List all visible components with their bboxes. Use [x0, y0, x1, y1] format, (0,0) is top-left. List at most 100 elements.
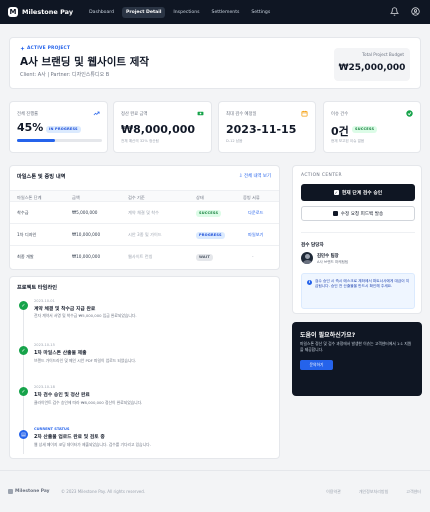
event-date: 2023-10-18	[34, 385, 55, 389]
logo-icon: M	[8, 7, 18, 17]
brand-name[interactable]: Milestone Pay	[22, 8, 73, 16]
col-stage: 마일스톤 단계	[17, 194, 42, 200]
request-revision-button[interactable]: 수정 요청 피드백 발송	[301, 206, 415, 221]
footer-brand-name: Milestone Pay	[15, 489, 50, 494]
divider	[301, 232, 415, 233]
stat-value: 2023-11-15	[226, 123, 297, 136]
event-title: 1차 검수 승인 및 정산 완료	[34, 393, 90, 398]
nav-link-settings[interactable]: Settings	[247, 7, 274, 18]
milestones-card: 마일스톤 및 증빙 내역 ⇩ 전체 내역 보기 마일스톤 단계 금액 검수 기준…	[9, 165, 280, 270]
event-desc: 웹 상세 페이지 코딩 데이터가 제출되었습니다. 검수를 기다리고 있습니다.	[34, 442, 151, 447]
view-file-link[interactable]: 파일보기	[248, 232, 263, 238]
budget-value: ₩25,000,000	[338, 63, 406, 73]
avatar-head	[304, 254, 310, 259]
event-title: 1차 마일스톤 산출물 제출	[34, 351, 87, 356]
nav-links: Dashboard Project Detail Inspections Set…	[85, 6, 274, 18]
view-all-link[interactable]: ⇩ 전체 내역 보기	[239, 173, 271, 179]
project-status-badge: ACTIVE PROJECT	[20, 46, 70, 51]
col-criteria: 검수 기준	[128, 194, 145, 200]
manager-name: 김민수 팀장	[317, 254, 339, 259]
document-icon: ▤	[19, 430, 28, 439]
event-title: 2차 산출물 업로드 완료 및 검토 중	[34, 435, 105, 440]
download-link[interactable]: 다운로드	[248, 210, 263, 216]
check-icon: ✓	[19, 301, 28, 310]
stat-value: 45%	[17, 121, 44, 134]
sparkle-icon	[20, 46, 25, 51]
timeline-title: 프로젝트 타임라인	[17, 285, 57, 291]
footer-link-privacy[interactable]: 개인정보처리방침	[359, 489, 388, 495]
approve-button[interactable]: ✓ 현재 단계 검수 승인	[301, 184, 415, 201]
event-date: 2023-10-01	[34, 299, 55, 303]
footer-link-terms[interactable]: 이용약관	[326, 489, 341, 495]
status-badge: SUCCESS	[352, 126, 378, 133]
col-docs: 증빙 서류	[243, 194, 260, 200]
avatar-body	[302, 260, 312, 264]
stat-sub: 현재 보고된 이슈 없음	[331, 139, 365, 143]
cell-stage: 착수금	[17, 210, 29, 215]
cell-criteria: 계약 체결 및 착수	[128, 210, 159, 215]
calendar-icon	[301, 110, 308, 117]
nav-link-project-detail[interactable]: Project Detail	[122, 6, 166, 18]
nav-link-settlements[interactable]: Settlements	[208, 7, 244, 18]
cell-criteria: 웹사이트 런칭	[128, 254, 153, 259]
stat-label: 이슈 건수	[331, 112, 349, 117]
event-desc: 브랜드 가이드라인 및 메인 시안 PDF 파일이 업로드 되었습니다.	[34, 358, 137, 363]
manager-label: 검수 담당자	[301, 243, 324, 248]
stat-card-due-date: 최대 검수 예정일 2023-11-15 D-12 남음	[218, 101, 316, 153]
current-status-label: CURRENT STATUS	[34, 427, 70, 431]
view-all-label: 전체 내역 보기	[243, 174, 271, 179]
project-badge-label: ACTIVE PROJECT	[27, 46, 71, 51]
table-row[interactable]: 착수금 ₩5,000,000 계약 체결 및 착수 SUCCESS 다운로드	[10, 202, 279, 224]
footer: Milestone Pay © 2023 Milestone Pay. All …	[0, 470, 430, 512]
help-text: 마일스톤 정산 및 검수 과정에서 발생한 이슈는 고객센터에서 1:1 지원을…	[300, 341, 412, 352]
stat-value: ₩8,000,000	[121, 123, 196, 136]
event-desc: 클라이언트 검수 승인에 따라 ₩8,000,000 정산이 완료되었습니다.	[34, 400, 143, 405]
contact-button[interactable]: 문의하기	[300, 360, 333, 370]
status-badge: SUCCESS	[196, 210, 222, 217]
cell-amount: ₩5,000,000	[72, 210, 98, 215]
cell-stage: 최종 개발	[17, 254, 34, 259]
avatar	[301, 252, 313, 264]
stat-card-issues: 이슈 건수 0건 SUCCESS 현재 보고된 이슈 없음	[323, 101, 421, 153]
project-header-card: ACTIVE PROJECT A사 브랜딩 및 웹사이트 제작 Client: …	[9, 37, 421, 89]
project-title: A사 브랜딩 및 웹사이트 제작	[20, 56, 150, 68]
table-row[interactable]: 1차 디자인 ₩10,000,000 시안 3종 및 가이드 PROGRESS …	[10, 224, 279, 246]
stat-card-settled: 정산 완료 금액 ₩8,000,000 전체 예산의 32% 정산됨	[113, 101, 212, 153]
nav-link-inspections[interactable]: Inspections	[169, 7, 203, 18]
event-date: 2023-10-15	[34, 343, 55, 347]
revision-button-label: 수정 요청 피드백 발송	[340, 211, 384, 217]
notice-text: 검수 승인 시 즉시 에스크로 계좌에서 파트너사에게 대금이 지급됩니다. 승…	[315, 279, 410, 289]
cell-amount: ₩10,000,000	[72, 254, 101, 259]
progress-fill	[17, 139, 56, 142]
approve-check-icon: ✓	[333, 190, 339, 195]
cell-criteria: 시안 3종 및 가이드	[128, 232, 162, 237]
trend-up-icon	[93, 111, 100, 116]
budget-label: Total Project Budget	[362, 52, 404, 57]
col-status: 상태	[196, 194, 204, 200]
help-title: 도움이 필요하신가요?	[300, 332, 356, 339]
budget-box: Total Project Budget ₩25,000,000	[334, 48, 410, 81]
bell-icon[interactable]	[390, 7, 399, 16]
status-badge: WAIT	[196, 254, 213, 261]
approve-button-label: 현재 단계 검수 승인	[341, 191, 383, 196]
status-badge: IN PROGRESS	[46, 126, 81, 133]
nav-link-dashboard[interactable]: Dashboard	[85, 7, 118, 18]
milestones-title: 마일스톤 및 증빙 내역	[17, 174, 66, 180]
cell-doc: -	[252, 254, 254, 259]
stat-card-progress: 전체 진행률 45% IN PROGRESS	[9, 101, 108, 153]
footer-brand: Milestone Pay	[8, 489, 50, 494]
table-row[interactable]: 최종 개발 ₩10,000,000 웹사이트 런칭 WAIT -	[10, 246, 279, 268]
footer-link-support[interactable]: 고객센터	[406, 489, 421, 495]
footer-logo-icon	[8, 489, 13, 494]
project-client-line: Client: A사 | Partner: 디자인스튜디오 B	[20, 72, 110, 78]
stat-label: 최대 검수 예정일	[226, 112, 257, 117]
cell-amount: ₩10,000,000	[72, 232, 101, 237]
account-icon[interactable]	[411, 7, 420, 16]
stat-label: 전체 진행률	[17, 112, 39, 117]
footer-links: 이용약관 개인정보처리방침 고객센터	[326, 489, 421, 495]
escrow-notice: i 검수 승인 시 즉시 에스크로 계좌에서 파트너사에게 대금이 지급됩니다.…	[301, 273, 415, 309]
progress-track	[17, 139, 102, 142]
help-card: 도움이 필요하신가요? 마일스톤 정산 및 검수 과정에서 발생한 이슈는 고객…	[292, 322, 422, 396]
check-circle-icon	[406, 110, 413, 117]
col-amount: 금액	[72, 194, 80, 200]
